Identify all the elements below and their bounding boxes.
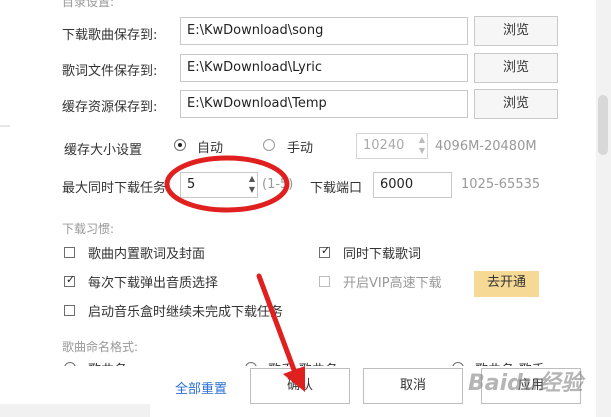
footer-left-strip: [0, 404, 150, 417]
quality-popup-checkbox[interactable]: ✓: [64, 273, 76, 287]
cache-manual-radio[interactable]: [263, 139, 275, 151]
cache-range-hint: 4096M-20480M: [435, 139, 537, 154]
left-panel-divider: [0, 125, 10, 127]
cache-path-field[interactable]: E:\KwDownload\Temp: [180, 90, 468, 118]
port-label: 下载端口: [310, 181, 363, 196]
lyric-browse-button[interactable]: 浏览: [474, 53, 558, 83]
vip-open-button[interactable]: 去开通: [474, 271, 539, 297]
check-icon: ✓: [321, 244, 331, 257]
sync-lyrics-label: 同时下载歌词: [343, 247, 422, 262]
song-path-label: 下载歌曲保存到:: [62, 28, 158, 43]
song-browse-button[interactable]: 浏览: [474, 16, 558, 46]
scrollbar-thumb[interactable]: [598, 95, 608, 155]
max-downloads-label: 最大同时下载任务: [62, 181, 167, 196]
highlight-ellipse: [164, 155, 290, 213]
port-field[interactable]: 6000: [373, 172, 452, 198]
cache-browse-button[interactable]: 浏览: [474, 89, 558, 119]
lyric-path-label: 歌词文件保存到:: [62, 64, 158, 79]
port-range-hint: 1025-65535: [461, 177, 541, 192]
vip-speed-label: 开启VIP高速下载: [343, 276, 442, 291]
vip-speed-checkbox[interactable]: [319, 276, 330, 287]
cache-path-label: 缓存资源保存到:: [62, 100, 158, 115]
cache-size-label: 缓存大小设置: [64, 143, 143, 158]
embed-lyrics-cover-checkbox[interactable]: [64, 247, 75, 258]
embed-lyrics-cover-label: 歌曲内置歌词及封面: [88, 247, 206, 262]
annotation-arrow: [256, 273, 305, 392]
cache-auto-radio[interactable]: [174, 139, 186, 151]
song-path-field[interactable]: E:\KwDownload\song: [180, 17, 468, 45]
check-icon: ✓: [66, 273, 76, 286]
watermark-text: Baidu经验: [468, 371, 583, 396]
cache-size-value: 10240: [363, 138, 405, 153]
naming-section-title: 歌曲命名格式:: [62, 340, 139, 354]
paths-section-title: 目录设置:: [62, 0, 115, 9]
lyric-path-field[interactable]: E:\KwDownload\Lyric: [180, 54, 468, 82]
habits-section-title: 下载习惯:: [62, 222, 115, 236]
quality-popup-label: 每次下载弹出音质选择: [88, 276, 219, 291]
sync-lyrics-checkbox[interactable]: ✓: [319, 244, 331, 258]
resume-on-start-checkbox[interactable]: [64, 305, 75, 316]
cache-size-stepper: 10240 ▲ ▼: [356, 133, 428, 159]
reset-all-link[interactable]: 全部重置: [175, 378, 227, 397]
cancel-button[interactable]: 取消: [363, 368, 463, 404]
cache-stepper-arrows-icon: ▲ ▼: [418, 135, 425, 155]
scrollbar-track: [596, 0, 611, 417]
